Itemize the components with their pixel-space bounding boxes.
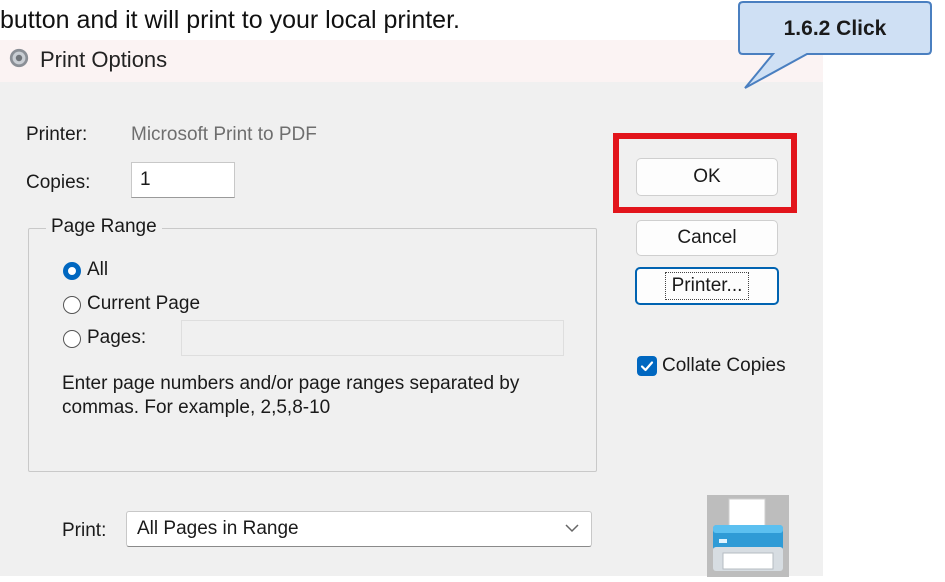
checkmark-icon <box>640 361 654 372</box>
callout-label: 1.6.2 Click <box>783 17 887 40</box>
gear-icon <box>9 48 29 68</box>
chevron-down-icon <box>565 524 579 533</box>
printer-label: Printer: <box>26 124 88 145</box>
print-label: Print: <box>62 520 107 541</box>
print-select[interactable]: All Pages in Range <box>126 511 592 547</box>
cancel-button[interactable]: Cancel <box>636 220 778 256</box>
title-bar: Print Options <box>0 40 823 82</box>
radio-current-page[interactable] <box>63 296 81 314</box>
page-range-legend: Page Range <box>46 216 162 238</box>
pages-input[interactable] <box>181 320 564 356</box>
printer-name: Microsoft Print to PDF <box>131 124 317 145</box>
dialog-title: Print Options <box>40 47 168 72</box>
printer-button[interactable]: Printer... <box>635 267 779 305</box>
printer-graphic <box>707 495 789 577</box>
radio-all[interactable] <box>63 262 81 280</box>
document-text: button and it will print to your local p… <box>0 6 460 34</box>
radio-current-page-label[interactable]: Current Page <box>87 293 200 315</box>
copies-input[interactable]: 1 <box>131 162 235 198</box>
hint-line-1: Enter page numbers and/or page ranges se… <box>62 373 520 394</box>
radio-pages[interactable] <box>63 330 81 348</box>
printer-button-label: Printer... <box>664 272 750 300</box>
collate-checkbox[interactable] <box>637 356 657 376</box>
page-range-hint: Enter page numbers and/or page ranges se… <box>62 372 519 420</box>
callout-bubble <box>738 1 932 89</box>
printer-icon <box>707 495 789 577</box>
print-options-dialog: Print Options Printer: Microsoft Print t… <box>0 40 823 577</box>
hint-line-2: commas. For example, 2,5,8-10 <box>62 397 331 418</box>
collate-label[interactable]: Collate Copies <box>662 355 786 377</box>
ok-highlight-frame <box>613 133 797 213</box>
print-select-value: All Pages in Range <box>137 518 299 539</box>
radio-all-label[interactable]: All <box>87 259 108 281</box>
copies-label: Copies: <box>26 172 91 193</box>
radio-pages-label[interactable]: Pages: <box>87 327 146 349</box>
